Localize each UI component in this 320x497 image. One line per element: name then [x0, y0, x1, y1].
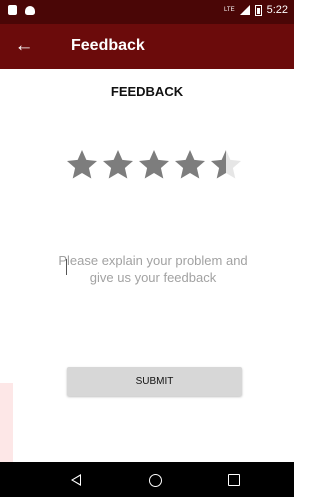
star-icon[interactable] — [136, 144, 172, 186]
star-icon[interactable] — [64, 144, 100, 186]
status-bar: LTE 5:22 — [0, 0, 294, 24]
star-icon[interactable] — [208, 144, 244, 186]
submit-button[interactable]: SUBMIT — [67, 367, 242, 396]
app-bar: ← Feedback — [0, 24, 294, 69]
nav-home-button[interactable] — [145, 470, 165, 490]
star-icon[interactable] — [100, 144, 136, 186]
text-cursor — [66, 259, 67, 275]
sd-card-icon — [8, 5, 17, 15]
app-title: Feedback — [71, 37, 145, 54]
rating-bar[interactable] — [64, 144, 244, 186]
nav-recents-button[interactable] — [224, 470, 244, 490]
recents-square-icon — [228, 474, 240, 486]
battery-icon — [254, 4, 262, 16]
signal-icon — [239, 5, 250, 15]
feedback-input[interactable] — [58, 250, 248, 300]
back-triangle-icon — [71, 474, 81, 486]
system-icons: LTE 5:22 — [224, 4, 288, 16]
edge-highlight — [0, 383, 13, 462]
clock: 5:22 — [266, 4, 288, 16]
back-arrow-icon[interactable]: ← — [10, 32, 38, 60]
android-icon — [25, 6, 35, 15]
navigation-bar — [0, 462, 294, 497]
notification-icons — [8, 5, 35, 15]
star-icon[interactable] — [172, 144, 208, 186]
home-circle-icon — [148, 473, 162, 487]
nav-back-button[interactable] — [66, 470, 86, 490]
page-heading: FEEDBACK — [110, 84, 184, 99]
network-type-label: LTE — [224, 7, 235, 13]
